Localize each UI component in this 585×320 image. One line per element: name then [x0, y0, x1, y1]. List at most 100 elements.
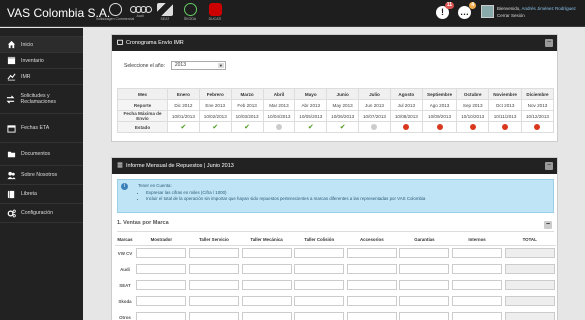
amount-input[interactable]: [294, 264, 345, 274]
avatar[interactable]: [481, 5, 494, 18]
sidebar-item-configuracion[interactable]: Configuración: [0, 203, 83, 223]
pending-icon: [275, 123, 282, 130]
amount-input[interactable]: [294, 248, 345, 259]
amount-input[interactable]: [188, 312, 239, 320]
amount-input[interactable]: [241, 264, 292, 274]
sidebar-item-label: Sobre Nosotros: [21, 172, 58, 178]
table-cell: [240, 245, 293, 261]
amount-input[interactable]: [346, 296, 397, 306]
sidebar-item-libreta[interactable]: Libreta: [0, 184, 83, 203]
amount-input[interactable]: [188, 248, 239, 259]
alerts-icon[interactable]: ! 11: [436, 2, 454, 19]
list-icon: [117, 162, 123, 170]
amount-input[interactable]: [136, 264, 187, 274]
amount-input[interactable]: [136, 280, 187, 290]
amount-input[interactable]: [399, 312, 450, 320]
column-header: Enero: [167, 88, 200, 100]
table-row: Fecha Máxima de Envío 10/01/2013 10/02/201…: [117, 110, 555, 122]
amount-input[interactable]: [241, 296, 292, 306]
column-header: Taller Servicio: [187, 235, 241, 246]
table-cell: 10/12/2013: [520, 110, 555, 122]
table-cell: Dic 2012: [167, 99, 200, 111]
amount-input[interactable]: [136, 312, 187, 320]
amount-input[interactable]: [241, 280, 292, 290]
sidebar-item-documentos[interactable]: Documentos: [0, 142, 83, 165]
collapse-button[interactable]: −: [545, 39, 553, 47]
table-cell: [451, 245, 504, 261]
year-selector-row: Seleccione el año: 2013 ▼: [124, 61, 226, 70]
sidebar-item-solicitudes[interactable]: Solicitudes y Reclamaciones: [0, 84, 83, 113]
sidebar-item-fechas-eta[interactable]: Fechas ETA: [0, 113, 83, 142]
amount-input[interactable]: [452, 312, 503, 320]
table-cell: [240, 309, 293, 320]
amount-input[interactable]: [399, 248, 450, 259]
amount-input[interactable]: [294, 296, 345, 306]
collapse-button[interactable]: −: [545, 162, 553, 170]
check-icon: ✔: [307, 124, 314, 131]
table-cell: [346, 309, 399, 320]
amount-input[interactable]: [452, 264, 503, 274]
table-cell: [346, 245, 399, 261]
table-cell: [188, 261, 241, 277]
messages-icon[interactable]: … 4: [458, 2, 476, 19]
informe-header: Informe Mensual de Repuestos | Junio 201…: [112, 158, 557, 174]
table-cell: [503, 261, 556, 277]
amount-input[interactable]: [241, 248, 292, 259]
amount-input[interactable]: [188, 280, 239, 290]
amount-input[interactable]: [188, 264, 239, 274]
cronograma-table: Mes Enero Febrero Marzo Abril Mayo Junio Julio A…: [117, 88, 555, 133]
amount-input[interactable]: [346, 264, 397, 274]
amount-input[interactable]: [241, 312, 292, 320]
amount-input[interactable]: [452, 248, 503, 259]
amount-input[interactable]: [452, 296, 503, 306]
alerts-badge: 11: [444, 2, 454, 9]
status-cell: [456, 121, 490, 133]
table-cell: Nov 2013: [520, 99, 555, 111]
amount-input[interactable]: [346, 248, 397, 259]
info-icon: i: [121, 183, 128, 190]
table-cell: 10/07/2013: [358, 110, 391, 122]
brand-label: Audi: [120, 266, 130, 272]
amount-input[interactable]: [452, 280, 503, 290]
table-cell: Feb 2013: [230, 99, 264, 111]
status-cell: [421, 121, 458, 133]
amount-input[interactable]: [346, 280, 397, 290]
table-row: Otros: [115, 309, 556, 320]
collapse-button[interactable]: −: [544, 221, 552, 229]
amount-input[interactable]: [136, 248, 187, 259]
table-cell: 10/01/2013: [167, 110, 200, 122]
amount-input[interactable]: [294, 312, 345, 320]
sidebar-item-label: IMR: [21, 73, 31, 80]
amount-input[interactable]: [188, 296, 239, 306]
table-cell: [188, 293, 241, 309]
table-cell: [135, 245, 188, 261]
brand-name[interactable]: VAS Colombia S.A.: [7, 6, 110, 20]
table-row: Skoda: [115, 293, 556, 309]
table-cell: [293, 309, 346, 320]
informe-panel: Informe Mensual de Repuestos | Junio 201…: [111, 157, 558, 320]
table-cell: 10/02/2013: [198, 110, 232, 122]
amount-input[interactable]: [136, 296, 187, 306]
folder-icon: [6, 149, 16, 159]
column-header: Junio: [326, 88, 360, 100]
amount-input[interactable]: [346, 312, 397, 320]
amount-input[interactable]: [294, 280, 345, 290]
amount-input[interactable]: [399, 264, 450, 274]
sidebar-item-sobre-nosotros[interactable]: Sobre Nosotros: [0, 165, 83, 184]
amount-input[interactable]: [399, 280, 450, 290]
column-header: Mayo: [294, 88, 328, 100]
column-header: Diciembre: [520, 88, 555, 100]
column-header: Taller Colisión: [292, 235, 346, 246]
cogs-icon: [6, 208, 16, 218]
sidebar-item-inicio[interactable]: Inicio: [0, 36, 83, 52]
logout-link[interactable]: Cerrar Sesión: [497, 13, 525, 18]
table-cell: [398, 245, 451, 261]
sidebar-item-imr[interactable]: IMR: [0, 68, 83, 84]
amount-input[interactable]: [399, 296, 450, 306]
total-field: [504, 280, 555, 290]
table-cell: [240, 277, 293, 293]
sidebar-item-inventario[interactable]: Inventario: [0, 52, 83, 68]
table-cell: [503, 277, 556, 293]
year-select[interactable]: 2013 ▼: [170, 61, 226, 70]
user-menu[interactable]: Bienvenido, Andrés Jiménez Rodríguez Cer…: [497, 5, 576, 19]
